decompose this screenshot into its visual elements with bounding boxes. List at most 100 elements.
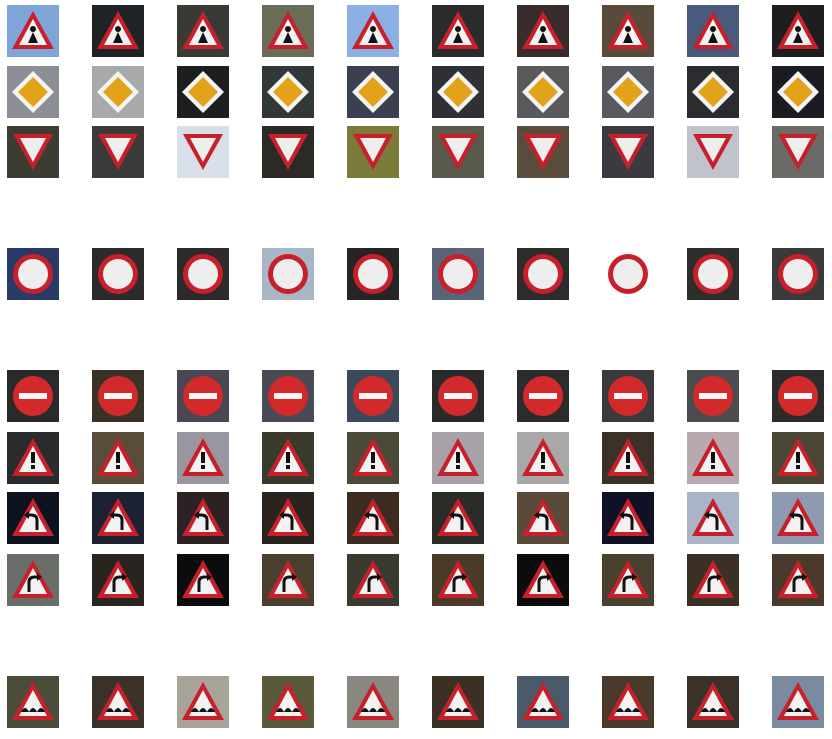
no-entry-sign-thumbnail: [517, 370, 569, 422]
yield-sign-thumbnail: [602, 126, 654, 178]
curve-left-sign-thumbnail: [602, 492, 654, 544]
bumpy-road-sign-icon: [347, 676, 399, 728]
bumpy-road-sign-thumbnail: [262, 676, 314, 728]
curve-right-sign-thumbnail: [92, 554, 144, 606]
no-entry-sign-icon: [602, 370, 654, 422]
general-caution-sign-thumbnail: [432, 432, 484, 484]
no-entry-sign-icon: [262, 370, 314, 422]
curve-left-sign-thumbnail: [7, 492, 59, 544]
bumpy-road-sign-thumbnail: [517, 676, 569, 728]
children-crossing-sign-thumbnail: [7, 5, 59, 57]
priority-road-sign-icon: [7, 66, 59, 118]
curve-right-sign-icon: [687, 554, 739, 606]
priority-road-sign-icon: [772, 66, 824, 118]
yield-sign-thumbnail: [687, 126, 739, 178]
no-vehicles-sign-thumbnail: [517, 248, 569, 300]
no-entry-sign-icon: [432, 370, 484, 422]
no-vehicles-sign-thumbnail: [772, 248, 824, 300]
yield-sign-thumbnail: [177, 126, 229, 178]
curve-right-sign-icon: [262, 554, 314, 606]
curve-left-sign-icon: [262, 492, 314, 544]
curve-left-sign-thumbnail: [262, 492, 314, 544]
bumpy-road-sign-thumbnail: [687, 676, 739, 728]
curve-right-sign-thumbnail: [772, 554, 824, 606]
no-entry-sign-icon: [687, 370, 739, 422]
no-entry-sign-thumbnail: [772, 370, 824, 422]
no-vehicles-sign-icon: [262, 248, 314, 300]
general-caution-sign-icon: [432, 432, 484, 484]
children-crossing-sign-icon: [517, 5, 569, 57]
bumpy-road-sign-thumbnail: [92, 676, 144, 728]
curve-right-sign-thumbnail: [7, 554, 59, 606]
general-caution-sign-thumbnail: [347, 432, 399, 484]
children-crossing-sign-icon: [687, 5, 739, 57]
priority-road-sign-thumbnail: [347, 66, 399, 118]
no-entry-sign-thumbnail: [602, 370, 654, 422]
no-entry-sign-thumbnail: [262, 370, 314, 422]
children-crossing-sign-thumbnail: [602, 5, 654, 57]
no-entry-sign-thumbnail: [7, 370, 59, 422]
no-entry-sign-icon: [772, 370, 824, 422]
curve-right-sign-thumbnail: [687, 554, 739, 606]
general-caution-sign-icon: [772, 432, 824, 484]
yield-sign-thumbnail: [772, 126, 824, 178]
curve-left-sign-thumbnail: [772, 492, 824, 544]
curve-left-sign-thumbnail: [177, 492, 229, 544]
children-crossing-sign-thumbnail: [92, 5, 144, 57]
general-caution-sign-thumbnail: [602, 432, 654, 484]
sign-image-grid: [0, 0, 832, 739]
children-crossing-sign-thumbnail: [687, 5, 739, 57]
priority-road-sign-thumbnail: [687, 66, 739, 118]
curve-left-sign-thumbnail: [92, 492, 144, 544]
no-vehicles-sign-thumbnail: [687, 248, 739, 300]
yield-sign-thumbnail: [432, 126, 484, 178]
children-crossing-sign-icon: [432, 5, 484, 57]
no-vehicles-sign-icon: [347, 248, 399, 300]
general-caution-sign-thumbnail: [177, 432, 229, 484]
children-crossing-sign-icon: [347, 5, 399, 57]
general-caution-sign-thumbnail: [262, 432, 314, 484]
curve-left-sign-thumbnail: [432, 492, 484, 544]
curve-left-sign-icon: [687, 492, 739, 544]
sign-row-empty: [0, 310, 832, 362]
no-vehicles-sign-icon: [602, 248, 654, 300]
bumpy-road-sign-thumbnail: [432, 676, 484, 728]
sign-row-empty: [0, 616, 832, 668]
priority-road-sign-thumbnail: [262, 66, 314, 118]
curve-left-sign-icon: [92, 492, 144, 544]
curve-left-sign-icon: [7, 492, 59, 544]
no-vehicles-sign-thumbnail: [602, 248, 654, 300]
yield-sign-thumbnail: [517, 126, 569, 178]
priority-road-sign-icon: [432, 66, 484, 118]
children-crossing-sign-icon: [177, 5, 229, 57]
general-caution-sign-icon: [7, 432, 59, 484]
yield-sign-icon: [347, 126, 399, 178]
general-caution-sign-icon: [92, 432, 144, 484]
curve-left-sign-icon: [432, 492, 484, 544]
no-vehicles-sign-icon: [92, 248, 144, 300]
no-entry-sign-thumbnail: [432, 370, 484, 422]
bumpy-road-sign-thumbnail: [7, 676, 59, 728]
curve-right-sign-icon: [7, 554, 59, 606]
sign-row-no-vehicles: [0, 248, 832, 300]
children-crossing-sign-thumbnail: [177, 5, 229, 57]
priority-road-sign-thumbnail: [92, 66, 144, 118]
priority-road-sign-thumbnail: [772, 66, 824, 118]
no-entry-sign-thumbnail: [347, 370, 399, 422]
bumpy-road-sign-icon: [602, 676, 654, 728]
bumpy-road-sign-thumbnail: [602, 676, 654, 728]
sign-row-empty: [0, 188, 832, 240]
children-crossing-sign-icon: [772, 5, 824, 57]
no-entry-sign-icon: [517, 370, 569, 422]
general-caution-sign-icon: [177, 432, 229, 484]
yield-sign-thumbnail: [262, 126, 314, 178]
priority-road-sign-icon: [177, 66, 229, 118]
yield-sign-icon: [517, 126, 569, 178]
curve-left-sign-icon: [772, 492, 824, 544]
priority-road-sign-icon: [687, 66, 739, 118]
no-vehicles-sign-icon: [177, 248, 229, 300]
priority-road-sign-thumbnail: [517, 66, 569, 118]
general-caution-sign-thumbnail: [7, 432, 59, 484]
curve-right-sign-thumbnail: [177, 554, 229, 606]
sign-row-no-entry: [0, 370, 832, 422]
